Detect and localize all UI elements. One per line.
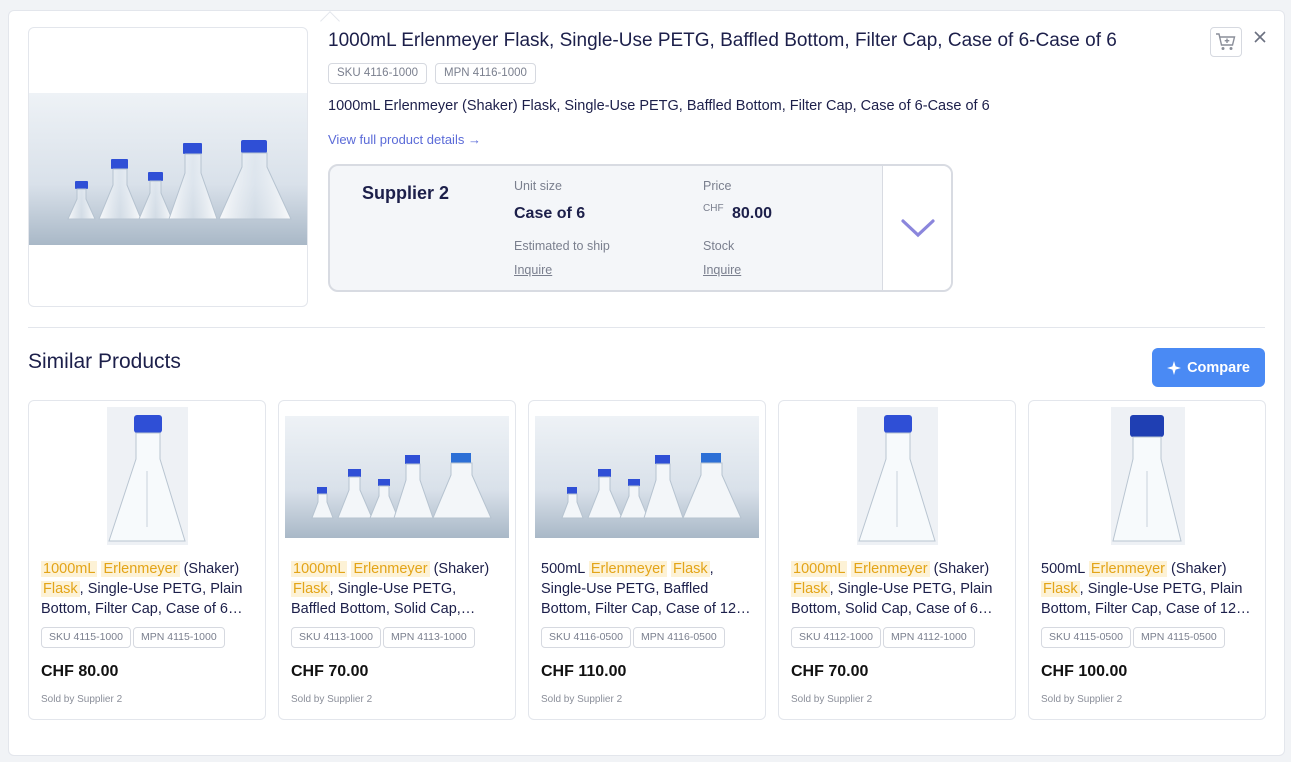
sku-badge: SKU 4115-0500 [1041,627,1131,648]
product-title: 1000mL Erlenmeyer Flask, Single-Use PETG… [328,30,1117,51]
expand-offers-button[interactable] [882,166,951,290]
mpn-badge: MPN 4113-1000 [383,627,475,648]
name-text: (Shaker) [179,561,240,577]
search-highlight: Flask [41,581,80,597]
similar-product-price: CHF 80.00 [41,663,119,680]
similar-product-image [529,407,765,545]
similar-product-image [29,407,265,545]
name-text: (Shaker) [1166,561,1227,577]
stock-inquire-link[interactable]: Inquire [703,263,741,277]
similar-product-price: CHF 100.00 [1041,663,1128,680]
similar-product-image [279,407,515,545]
flask-group-photo [29,93,307,245]
similar-product-image [779,407,1015,545]
similar-product-image [1029,407,1265,545]
similar-product-card[interactable]: 500mL Erlenmeyer (Shaker) Flask, Single-… [1028,400,1266,720]
compare-label: Compare [1187,359,1250,376]
similar-product-name: 1000mL Erlenmeyer (Shaker) Flask, Single… [791,559,1005,619]
mpn-badge: MPN 4115-0500 [1133,627,1225,648]
similar-products-heading: Similar Products [28,350,181,373]
price-label: Price [703,179,732,193]
sku-badge: SKU 4115-1000 [41,627,131,648]
popover-caret [320,11,340,31]
similar-product-price: CHF 70.00 [291,663,369,680]
similar-product-name: 500mL Erlenmeyer (Shaker) Flask, Single-… [1041,559,1255,619]
flask-group-photo [535,416,759,538]
close-icon [1254,31,1266,43]
search-highlight: 1000mL [41,561,98,577]
compare-button[interactable]: Compare [1152,348,1265,387]
mpn-badge: MPN 4116-0500 [633,627,725,648]
search-highlight: Flask [1041,581,1080,597]
search-highlight: 1000mL [291,561,348,577]
sold-by-label: Sold by Supplier 2 [541,694,623,705]
search-highlight: Erlenmeyer [101,561,180,577]
search-highlight: Erlenmeyer [588,561,667,577]
sparkle-icon [1167,360,1182,375]
similar-product-name: 500mL Erlenmeyer Flask, Single-Use PETG,… [541,559,755,619]
close-button[interactable] [1250,27,1270,47]
supplier-offer-card: Supplier 2 Unit size Case of 6 Price CHF… [328,164,953,292]
single-flask-photo [107,407,188,545]
name-text: 500mL [1041,561,1089,577]
name-text: (Shaker) [429,561,490,577]
sku-badge: SKU 4112-1000 [791,627,881,648]
stock-label: Stock [703,239,735,253]
search-highlight: Erlenmeyer [1088,561,1167,577]
sku-badge: SKU 4116-0500 [541,627,631,648]
supplier-name: Supplier 2 [362,183,450,203]
mpn-badge: MPN 4112-1000 [883,627,975,648]
similar-product-price: CHF 70.00 [791,663,869,680]
price-currency: CHF [703,203,724,214]
ship-label: Estimated to ship [514,239,610,253]
search-highlight: Erlenmeyer [851,561,930,577]
similar-product-name: 1000mL Erlenmeyer (Shaker) Flask, Single… [41,559,255,619]
sku-badge: SKU 4113-1000 [291,627,381,648]
price-value: 80.00 [732,205,773,222]
unit-size-value: Case of 6 [514,205,586,222]
search-highlight: 1000mL [791,561,848,577]
search-highlight: Flask [671,561,710,577]
similar-product-name: 1000mL Erlenmeyer (Shaker) Flask, Single… [291,559,505,619]
sold-by-label: Sold by Supplier 2 [291,694,373,705]
search-highlight: Flask [791,581,830,597]
similar-product-card[interactable]: 1000mL Erlenmeyer (Shaker) Flask, Single… [278,400,516,720]
section-divider [28,327,1265,328]
similar-product-card[interactable]: 1000mL Erlenmeyer (Shaker) Flask, Single… [778,400,1016,720]
search-highlight: Erlenmeyer [351,561,430,577]
flask-group-photo [285,416,509,538]
view-full-details-link[interactable]: View full product details → [328,132,481,147]
single-flask-photo [1111,407,1185,545]
sku-badge: SKU 4116-1000 [328,63,427,84]
chevron-down-icon [901,219,935,238]
name-text: 500mL [541,561,589,577]
sold-by-label: Sold by Supplier 2 [41,694,123,705]
unit-size-label: Unit size [514,179,562,193]
search-highlight: Flask [291,581,330,597]
product-description: 1000mL Erlenmeyer (Shaker) Flask, Single… [328,98,990,114]
add-to-cart-button[interactable] [1210,27,1242,57]
similar-product-card[interactable]: 1000mL Erlenmeyer (Shaker) Flask, Single… [28,400,266,720]
similar-product-card[interactable]: 500mL Erlenmeyer Flask, Single-Use PETG,… [528,400,766,720]
sold-by-label: Sold by Supplier 2 [791,694,873,705]
mpn-badge: MPN 4116-1000 [435,63,536,84]
mpn-badge: MPN 4115-1000 [133,627,225,648]
single-flask-photo [857,407,938,545]
similar-product-price: CHF 110.00 [541,663,627,680]
name-text: (Shaker) [929,561,990,577]
product-image [28,27,308,307]
ship-inquire-link[interactable]: Inquire [514,263,552,277]
cart-add-icon [1216,33,1236,50]
sold-by-label: Sold by Supplier 2 [1041,694,1123,705]
